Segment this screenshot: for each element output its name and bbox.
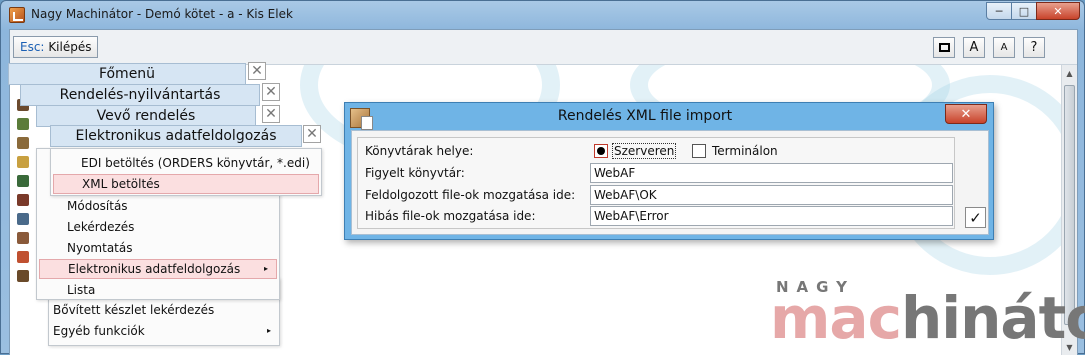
window-title: Nagy Machinátor - Demó kötet - a - Kis E… [31, 7, 293, 21]
ok-check-button[interactable]: ✓ [965, 207, 986, 228]
menu-item-list[interactable]: Lista [63, 280, 273, 300]
menu-item-icon [17, 118, 29, 130]
close-edi-menu-icon[interactable]: ✕ [303, 125, 321, 143]
menu-item-icon [17, 194, 29, 206]
exit-label: Kilépés [48, 40, 92, 54]
menu-item-icon [17, 270, 29, 282]
dialog-close-button[interactable]: ✕ [945, 104, 987, 124]
logo-part-1: mac [770, 284, 902, 352]
exit-button[interactable]: Esc: Kilépés [13, 36, 99, 58]
close-main-menu-icon[interactable]: ✕ [248, 62, 266, 80]
close-customer-orders-icon[interactable]: ✕ [262, 105, 280, 123]
logo-part-2: hinátor [900, 284, 1085, 352]
menu-item-icon [17, 251, 29, 263]
menu-item-label: Elektronikus adatfeldolgozás [68, 262, 241, 276]
watched-dir-input[interactable]: WebAF [590, 163, 953, 183]
menu-item-extended-stock-query[interactable]: Bővített készlet lekérdezés [49, 300, 279, 320]
edi-menu-header[interactable]: Elektronikus adatfeldolgozás [50, 125, 302, 147]
menu-item-edi[interactable]: Elektronikus adatfeldolgozás ▸ [39, 259, 277, 279]
fullscreen-button[interactable] [933, 37, 955, 58]
close-window-button[interactable]: ✕ [1036, 2, 1080, 20]
menu-item-modify[interactable]: Módosítás [63, 196, 273, 216]
menu-item-icon [17, 156, 29, 168]
watched-dir-label: Figyelt könyvtár: [365, 166, 465, 180]
font-larger-button[interactable]: A [963, 37, 985, 58]
error-move-label: Hibás file-ok mozgatása ide: [365, 209, 536, 223]
main-menu-header[interactable]: Főmenü [8, 63, 246, 85]
font-smaller-button[interactable]: A [993, 37, 1015, 58]
menu-item-label: Egyéb funkciók [53, 324, 145, 338]
dialog-body: Könyvtárak helye: Szerveren Terminálon F… [351, 130, 989, 235]
window-icon [938, 43, 950, 52]
menu-item-icon [17, 232, 29, 244]
radio-server-label[interactable]: Szerveren [612, 143, 677, 159]
xml-import-dialog: Rendelés XML file import ✕ Könyvtárak he… [344, 102, 994, 240]
dialog-title: Rendelés XML file import [557, 108, 733, 124]
exit-shortcut-key: Esc: [20, 40, 45, 54]
menu-item-xml-load[interactable]: XML betöltés [53, 174, 319, 194]
library-location-label: Könyvtárak helye: [365, 144, 474, 158]
customer-orders-header[interactable]: Vevő rendelés [36, 105, 256, 127]
processed-move-input[interactable]: WebAF\OK [590, 185, 953, 205]
close-orders-menu-icon[interactable]: ✕ [262, 83, 280, 101]
maximize-button[interactable]: □ [1011, 2, 1037, 20]
radio-terminal-label[interactable]: Terminálon [712, 144, 778, 158]
menu-item-query[interactable]: Lekérdezés [63, 217, 273, 237]
minimize-button[interactable]: ─ [986, 2, 1012, 20]
scroll-up-icon[interactable]: ▲ [1062, 65, 1077, 81]
brand-logo: machinátor [770, 284, 1085, 352]
chevron-right-icon: ▸ [263, 264, 268, 273]
radio-terminal[interactable] [692, 144, 706, 158]
radio-server[interactable] [594, 144, 608, 158]
menu-item-other-functions[interactable]: Egyéb funkciók ▸ [49, 321, 279, 341]
menu-item-icon [17, 137, 29, 149]
help-button[interactable]: ? [1023, 37, 1045, 58]
title-bar: Nagy Machinátor - Demó kötet - a - Kis E… [1, 1, 1085, 29]
processed-move-label: Feldolgozott file-ok mozgatása ide: [365, 188, 576, 202]
menu-item-edi-load[interactable]: EDI betöltés (ORDERS könyvtár, *.edi) [77, 153, 317, 173]
toolbar: Esc: Kilépés A A ? [10, 30, 1077, 65]
menu-icon-strip [15, 92, 35, 289]
menu-item-icon [17, 175, 29, 187]
orders-menu-header[interactable]: Rendelés-nyilvántartás [20, 84, 260, 106]
menu-item-icon [17, 213, 29, 225]
error-move-input[interactable]: WebAF\Error [590, 206, 953, 226]
edi-panel: EDI betöltés (ORDERS könyvtár, *.edi) XM… [50, 148, 322, 196]
chevron-right-icon: ▸ [266, 326, 271, 335]
settings-group: Könyvtárak helye: Szerveren Terminálon F… [357, 137, 955, 229]
menu-item-print[interactable]: Nyomtatás [63, 238, 273, 258]
app-icon [9, 7, 25, 23]
